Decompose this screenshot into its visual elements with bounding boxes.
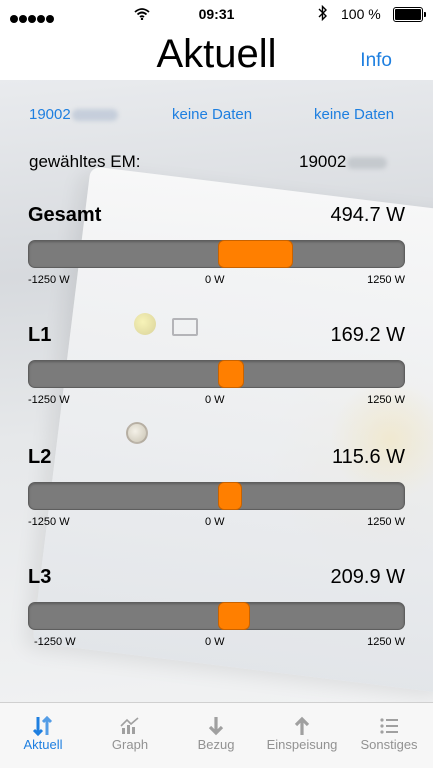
meter-label: L3 — [28, 566, 52, 588]
selected-meter-row: gewähltes EM: 19002 — [29, 152, 409, 172]
device-serial-link[interactable]: 19002 — [29, 106, 118, 123]
battery-percentage: 100 % — [341, 6, 381, 22]
info-button[interactable]: Info — [360, 50, 392, 72]
meter-label: Gesamt — [28, 204, 102, 226]
tab-label: Sonstiges — [360, 737, 418, 752]
selected-meter-value: 19002 — [299, 152, 388, 172]
scale-zero-label: 0 W — [205, 394, 225, 406]
scale-max-label: 1250 W — [367, 274, 405, 286]
scale-max-label: 1250 W — [367, 516, 405, 528]
graph-icon — [87, 703, 173, 737]
power-bar-fill — [218, 360, 244, 388]
meter-value: 494.7 W — [330, 204, 405, 226]
battery-icon — [393, 7, 426, 22]
scale-zero-label: 0 W — [205, 516, 225, 528]
redacted-serial — [347, 156, 388, 169]
list-icon — [346, 703, 432, 737]
tab-bezug[interactable]: Bezug — [173, 703, 259, 768]
arrow-up-icon — [259, 703, 345, 737]
redacted-serial — [71, 109, 118, 122]
tab-label: Graph — [111, 737, 149, 752]
bluetooth-icon — [318, 4, 328, 24]
selected-meter-label: gewähltes EM: — [29, 152, 141, 171]
power-bar — [28, 360, 405, 388]
scale-zero-label: 0 W — [205, 274, 225, 286]
scale-max-label: 1250 W — [367, 394, 405, 406]
power-bar-fill — [218, 602, 250, 630]
tab-label: Bezug — [197, 737, 235, 752]
tab-einspeisung[interactable]: Einspeisung — [259, 703, 345, 768]
meter-value: 209.9 W — [330, 566, 405, 588]
meter-value: 115.6 W — [332, 446, 405, 468]
device-link-a[interactable]: keine Daten — [172, 106, 252, 123]
device-serial-text: 19002 — [29, 106, 71, 123]
scale-min-label: -1250 W — [28, 516, 70, 528]
meter-value: 169.2 W — [330, 324, 405, 346]
scale-min-label: -1250 W — [28, 394, 70, 406]
tab-graph[interactable]: Graph — [87, 703, 173, 768]
power-bar — [28, 602, 405, 630]
tab-bar: Aktuell Graph Bezug Einspeisung Sonstige… — [0, 702, 433, 768]
meter-label: L1 — [28, 324, 52, 346]
power-bar — [28, 482, 405, 510]
status-bar: 09:31 100 % — [0, 0, 433, 30]
navigation-bar: Aktuell Info — [0, 30, 433, 80]
tab-aktuell[interactable]: Aktuell — [0, 703, 86, 768]
power-bar — [28, 240, 405, 268]
power-bar-fill — [218, 240, 293, 268]
scale-min-label: -1250 W — [34, 636, 76, 648]
scale-min-label: -1250 W — [28, 274, 70, 286]
main-content: 19002 keine Daten keine Daten gewähltes … — [0, 80, 433, 702]
selected-meter-serial: 19002 — [299, 152, 347, 171]
meter-label: L2 — [28, 446, 52, 468]
scale-zero-label: 0 W — [205, 636, 225, 648]
device-link-b[interactable]: keine Daten — [314, 106, 394, 123]
tab-sonstiges[interactable]: Sonstiges — [346, 703, 432, 768]
tab-label: Einspeisung — [266, 737, 338, 752]
arrow-down-icon — [173, 703, 259, 737]
scale-max-label: 1250 W — [367, 636, 405, 648]
power-bar-fill — [218, 482, 242, 510]
arrows-updown-icon — [0, 703, 86, 737]
tab-label: Aktuell — [23, 737, 63, 752]
